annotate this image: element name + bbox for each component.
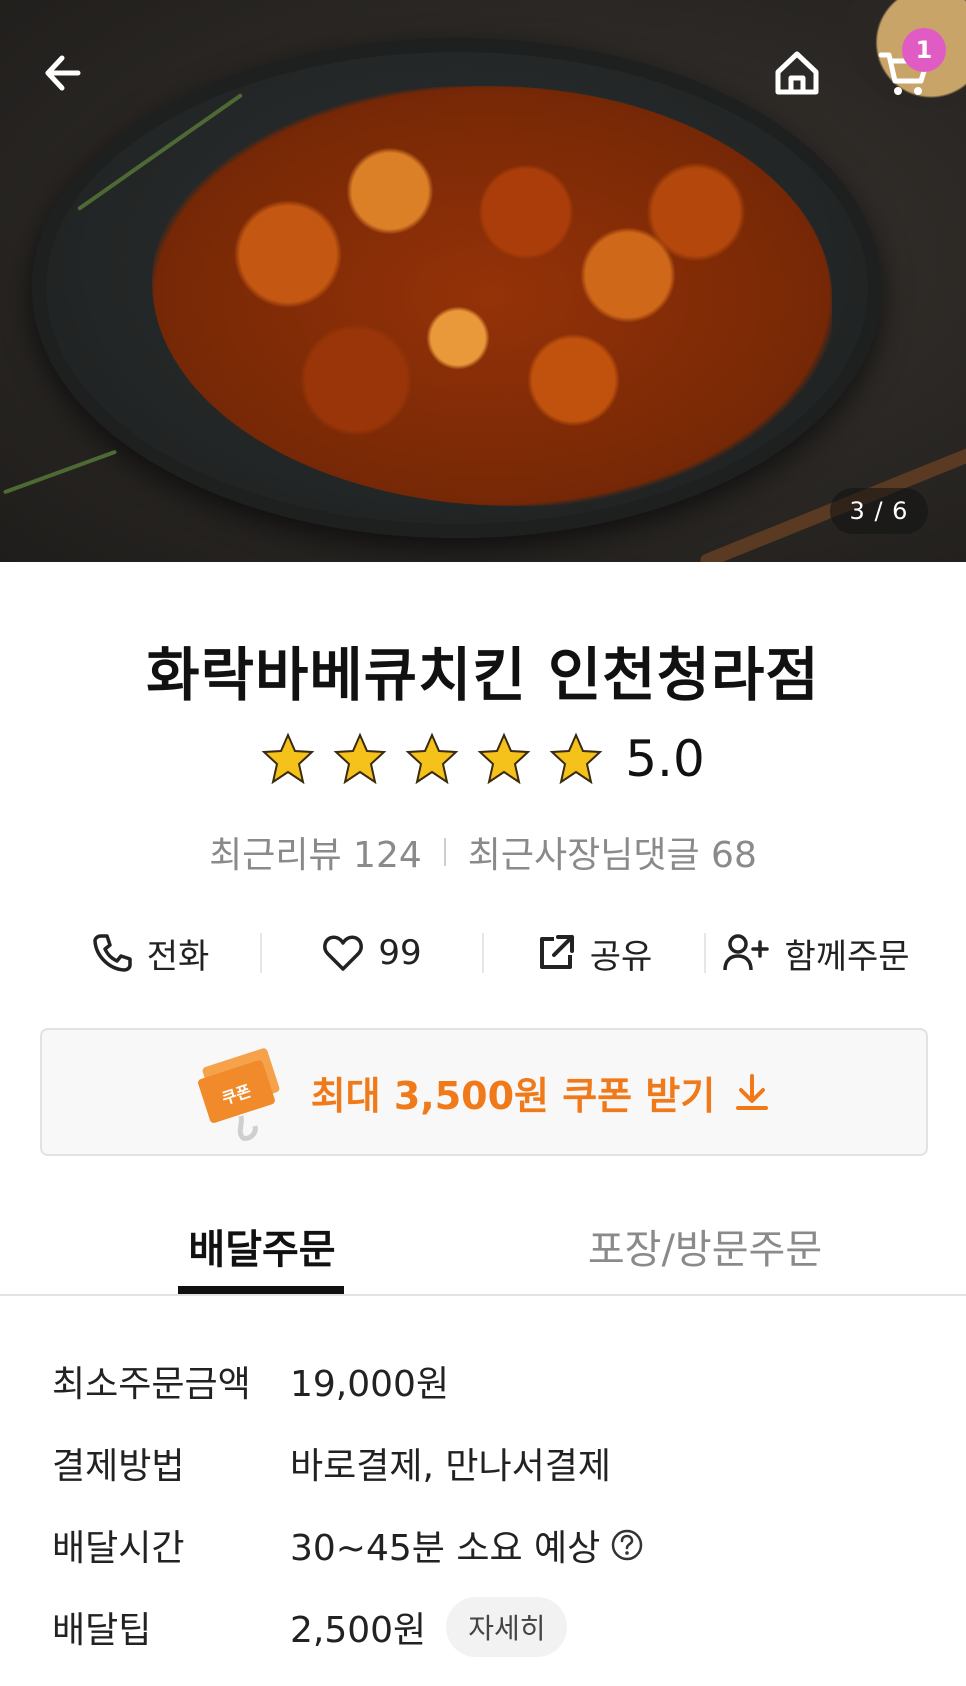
delivery-info: 최소주문금액 19,000원 결제방법 바로결제, 만나서결제 배달시간 30~… (52, 1340, 932, 1668)
review-summary: 최근리뷰 124 최근사장님댓글 68 (0, 826, 966, 878)
delivery-tip-row: 배달팁 2,500원 자세히 (52, 1586, 932, 1668)
coupon-download-button[interactable]: 쿠폰 최대 3,500원 쿠폰 받기 (40, 1028, 928, 1156)
active-tab-indicator (178, 1286, 344, 1294)
bbq-chicken-image (152, 86, 832, 506)
star-icon (261, 732, 315, 785)
star-icon (405, 732, 459, 785)
help-icon[interactable] (610, 1528, 644, 1562)
cart-count-badge: 1 (902, 28, 946, 72)
star-icon (549, 732, 603, 785)
coupon-ticket-icon: 쿠폰 (197, 1048, 280, 1141)
delivery-tip-value: 2,500원 (290, 1610, 427, 1651)
min-order-label: 최소주문금액 (52, 1364, 251, 1405)
back-button[interactable] (28, 38, 98, 108)
like-count: 99 (378, 933, 422, 973)
delivery-time-value: 30~45분 소요 예상 (290, 1528, 601, 1569)
group-order-label: 함께주문 (784, 936, 910, 977)
coupon-label: 최대 3,500원 쿠폰 받기 (310, 1073, 716, 1118)
share-label: 공유 (589, 936, 653, 977)
home-button[interactable] (762, 38, 832, 108)
phone-icon (92, 934, 132, 972)
tab-delivery[interactable]: 배달주문 (178, 1198, 346, 1294)
payment-row: 결제방법 바로결제, 만나서결제 (52, 1422, 932, 1504)
share-icon (539, 935, 574, 969)
arrow-left-icon (45, 55, 81, 91)
payment-label: 결제방법 (52, 1446, 185, 1487)
tip-detail-button[interactable]: 자세히 (446, 1597, 568, 1657)
image-page-counter: 3 / 6 (830, 488, 928, 534)
min-order-row: 최소주문금액 19,000원 (52, 1340, 932, 1422)
share-button[interactable]: 공유 (484, 918, 704, 988)
heart-icon (323, 935, 364, 971)
store-name: 화락바베큐치킨 인천청라점 (146, 641, 820, 709)
add-user-icon (723, 934, 770, 971)
star-icon (333, 732, 387, 785)
owner-replies-link[interactable]: 최근사장님댓글 68 (468, 826, 757, 878)
delivery-time-value-wrap: 30~45분 소요 예상 (290, 1519, 644, 1571)
home-icon (775, 51, 819, 95)
download-arrow-icon (736, 1074, 769, 1110)
delivery-tip-label: 배달팁 (52, 1610, 152, 1651)
delivery-tip-value-wrap: 2,500원 자세히 (290, 1597, 568, 1657)
store-actions: 전화 99 공유 함께주문 (40, 918, 926, 988)
call-button[interactable]: 전화 (40, 918, 260, 988)
plate-image (32, 38, 882, 538)
rating: 5.0 (0, 730, 966, 788)
rosemary-image (2, 449, 118, 495)
group-order-button[interactable]: 함께주문 (706, 918, 926, 988)
min-order-value: 19,000원 (290, 1364, 450, 1405)
delivery-time-label: 배달시간 (52, 1528, 185, 1569)
rating-value: 5.0 (625, 730, 705, 788)
call-label: 전화 (146, 936, 210, 977)
recent-reviews-link[interactable]: 최근리뷰 124 (209, 826, 422, 878)
tab-pickup[interactable]: 포장/방문주문 (570, 1198, 840, 1294)
delivery-time-row: 배달시간 30~45분 소요 예상 (52, 1504, 932, 1586)
divider (443, 838, 446, 866)
order-type-tabs: 배달주문 포장/방문주문 (0, 1198, 966, 1296)
star-icon (477, 732, 531, 785)
like-button[interactable]: 99 (262, 918, 482, 988)
payment-value: 바로결제, 만나서결제 (290, 1446, 611, 1487)
